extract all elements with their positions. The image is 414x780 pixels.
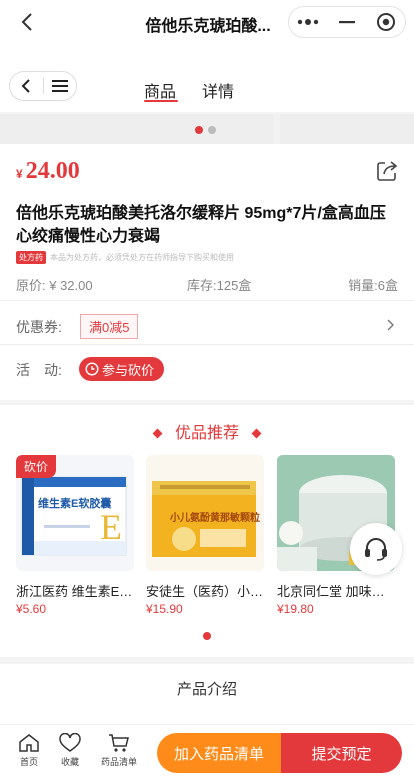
chevron-right-icon[interactable] [384,318,396,331]
tab-bar: 商品 详情 [0,46,414,112]
recommend-section: 优品推荐 E 维生素E软胶囊 砍价 浙江医药 维生素E软胶囊 ¥5.60 [0,405,414,657]
product-card[interactable]: 小儿氨酚黄那敏颗粒 安徒生（医药）小儿氨酚黄那敏颗粒 ¥15.90 [146,455,264,616]
rx-badge: 处方药 [16,251,46,264]
diamond-icon [152,428,163,439]
bargain-button-label: 参与砍价 [102,362,155,378]
more-icon[interactable] [290,8,326,36]
coupon-label: 优惠券: [16,319,62,335]
medicine-list-label: 药品清单 [100,757,137,767]
back-icon[interactable] [16,10,40,34]
page: 倍他乐克琥珀酸... 商品 详情 ¥ 24.00 倍他乐克琥珀酸美托洛尔缓释片 … [0,0,414,780]
add-to-list-button[interactable]: 加入药品清单 [157,733,281,773]
product-card-price: ¥5.60 [16,602,47,616]
original-price: 原价: ¥ 32.00 [16,278,93,293]
product-card-name: 浙江医药 维生素E软胶囊 [16,584,134,599]
product-card-name: 安徒生（医药）小儿氨酚黄那敏颗粒 [146,584,264,599]
product-image: E 维生素E软胶囊 砍价 [16,455,134,571]
product-image: 小儿氨酚黄那敏颗粒 [146,455,264,571]
diamond-icon [251,428,262,439]
pack-text: 小儿氨酚黄那敏颗粒 [170,513,260,524]
divider [0,300,414,301]
favorite-label: 收藏 [60,757,79,767]
indicator-dot-active [195,126,203,134]
home-label: 首页 [19,757,38,767]
price-value: 24.00 [25,158,80,184]
sales: 销量:6盒 [348,278,398,293]
gallery-slide [0,114,274,144]
divider [0,344,414,345]
gallery-indicator [195,126,216,134]
product-card[interactable]: E 维生素E软胶囊 砍价 浙江医药 维生素E软胶囊 ¥5.60 [16,455,134,616]
stock: 库存:125盒 [187,278,252,293]
heart-icon [59,733,81,752]
tab-detail[interactable]: 详情 [202,78,234,102]
product-intro-header: 产品介绍 [0,664,414,724]
mini-program-capsule [288,6,406,38]
currency-symbol: ¥ [16,167,23,181]
submit-reservation-button[interactable]: 提交预定 [281,733,402,773]
home-icon [19,734,39,752]
product-info: ¥24.00 倍他乐克琥珀酸美托洛尔缓释片 95mg*7片/盒高血压心绞痛慢性心… [0,144,414,400]
image-gallery[interactable] [0,114,414,144]
recommend-title-text: 优品推荐 [174,425,239,442]
product-card-price: ¥19.80 [277,602,314,616]
favorite-nav[interactable]: 收藏 [45,733,95,768]
product-card-name: 北京同仁堂 加味逍遥丸 [277,584,395,599]
bargain-badge: 砍价 [16,455,57,478]
intro-title: 产品介绍 [176,681,237,698]
top-bar: 倍他乐克琥珀酸... [0,0,414,46]
back-arrow-icon[interactable] [10,72,43,100]
menu-icon[interactable] [43,72,76,100]
share-icon[interactable] [376,160,398,182]
medicine-list-nav[interactable]: 药品清单 [94,733,144,768]
bargain-button[interactable]: 参与砍价 [79,357,165,381]
activity-label: 活 动: [16,362,62,378]
bottom-bar: 首页 收藏 药品清单 加入药品清单 提交预定 [0,724,414,780]
active-tab-indicator [144,100,178,102]
product-name: 倍他乐克琥珀酸美托洛尔缓释片 95mg*7片/盒高血压心绞痛慢性心力衰竭 [16,205,386,245]
pack-text: 维生素E软胶囊 [38,498,112,510]
headset-icon [365,538,387,561]
gallery-slide [280,114,414,144]
tab-product[interactable]: 商品 [144,78,176,102]
rx-note: 本品为处方药，必须凭处方在药师指导下购买和使用 [50,253,234,262]
close-target-icon[interactable] [368,8,404,36]
svg-text:E: E [100,507,122,547]
indicator-dot [208,126,216,134]
cart-icon [109,734,129,752]
product-price: ¥24.00 [16,158,80,185]
customer-service-button[interactable] [350,523,402,575]
coupon-tag[interactable]: 满0减5 [80,314,139,339]
nav-pill [9,71,77,101]
clock-icon [85,362,99,376]
recommend-title: 优品推荐 [0,419,414,443]
page-title: 倍他乐克琥珀酸... [145,18,271,35]
minimize-icon[interactable] [329,8,365,36]
recommend-indicator-dot [203,632,211,640]
product-card-price: ¥15.90 [146,602,183,616]
rx-notice: 处方药 本品为处方药，必须凭处方在药师指导下购买和使用 [16,251,234,264]
